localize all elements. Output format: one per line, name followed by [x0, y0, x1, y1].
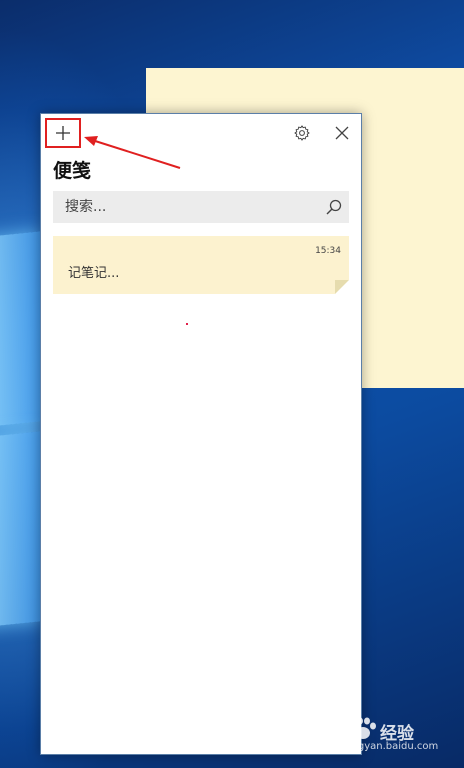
paw-icon [351, 717, 376, 739]
note-card[interactable]: 15:34 记笔记... [53, 236, 349, 294]
search-input[interactable] [63, 198, 319, 216]
plus-icon [56, 126, 70, 140]
settings-button[interactable] [289, 120, 315, 146]
annotation-arrow [84, 136, 181, 169]
note-timestamp: 15:34 [315, 246, 341, 256]
search-icon [326, 199, 342, 215]
windows-logo-pane-top [0, 231, 40, 429]
sticky-notes-list-panel: 便笺 15:34 记笔记... [40, 113, 362, 755]
gear-icon [294, 125, 310, 141]
note-preview-text: 记笔记... [68, 266, 120, 281]
add-note-button[interactable] [45, 118, 81, 148]
windows-logo [0, 231, 40, 638]
search-button[interactable] [319, 192, 349, 222]
watermark-url: jingyan.baidu.com [346, 741, 439, 752]
baidu-jingyan-watermark: 经验 jingyan.baidu.com [340, 715, 460, 760]
search-box[interactable] [53, 191, 349, 223]
close-button[interactable] [329, 120, 355, 146]
windows-logo-pane-bottom [0, 431, 40, 629]
red-dot-mark [186, 323, 188, 325]
close-icon [335, 126, 349, 140]
note-corner-cut [335, 280, 349, 294]
